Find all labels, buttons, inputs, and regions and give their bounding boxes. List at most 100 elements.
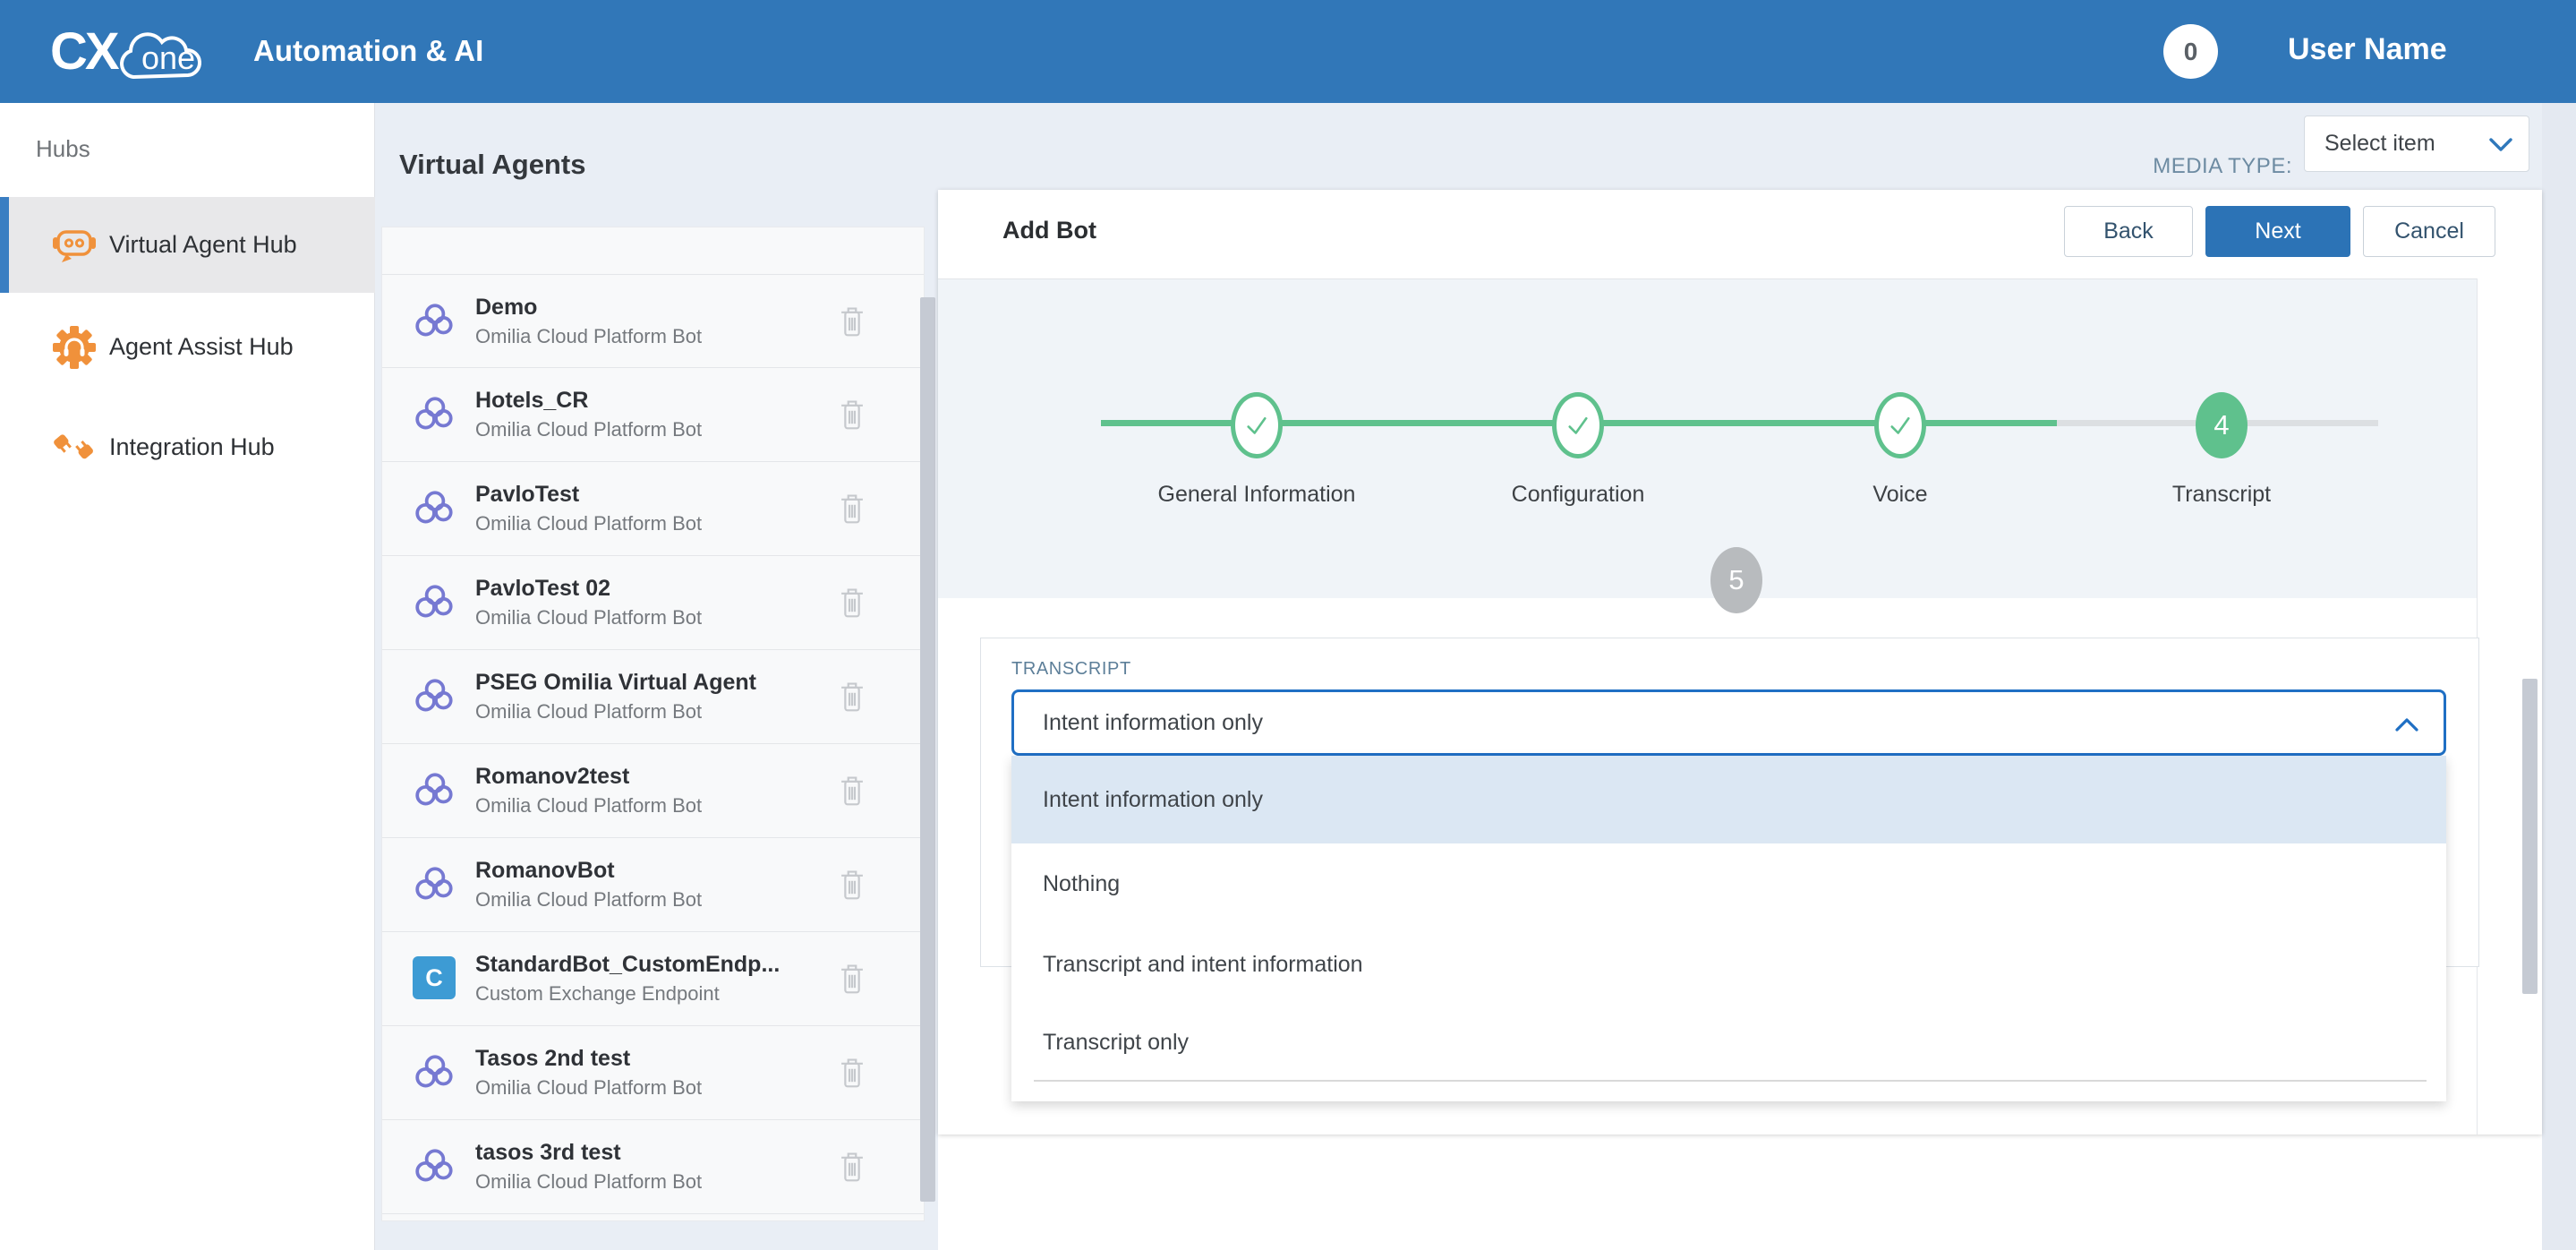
omilia-cloud-icon (413, 674, 457, 719)
bot-type: Omilia Cloud Platform Bot (475, 325, 702, 348)
omilia-cloud-icon (413, 580, 457, 625)
delete-bot-icon[interactable] (837, 491, 867, 527)
check-icon (1563, 410, 1593, 441)
app-title: Automation & AI (253, 34, 483, 68)
bot-name: RomanovBot (475, 858, 615, 884)
plugs-icon (51, 424, 98, 471)
step-2-label: Configuration (1426, 482, 1730, 508)
step-1-label: General Information (1105, 482, 1409, 508)
stepper: 4 General Information Configuration Voic… (938, 278, 2477, 598)
delete-bot-icon[interactable] (837, 773, 867, 809)
check-icon (1885, 410, 1915, 441)
user-name[interactable]: User Name (2288, 32, 2447, 67)
content-area-below-panel (938, 1134, 2542, 1250)
transcript-select-value: Intent information only (1043, 710, 1263, 736)
bot-row[interactable]: tasos 3rd test Omilia Cloud Platform Bot (382, 1120, 924, 1214)
sidebar-item-agent-assist-hub[interactable]: Agent Assist Hub (0, 299, 375, 395)
omilia-cloud-icon (413, 299, 457, 344)
transcript-select[interactable]: Intent information only (1011, 689, 2446, 756)
bot-type: Omilia Cloud Platform Bot (475, 512, 702, 535)
svg-text:one: one (141, 39, 195, 76)
bot-row[interactable]: Tasos 2nd test Omilia Cloud Platform Bot (382, 1026, 924, 1120)
notification-badge[interactable]: 0 (2163, 24, 2218, 79)
sidebar: Hubs Virtual Agent Hub (0, 103, 375, 1250)
gear-headset-icon (51, 324, 98, 371)
bot-name: Hotels_CR (475, 388, 588, 414)
app-window: CX one Automation & AI 0 User Name Hubs (0, 0, 2576, 1250)
panel-scrollbar-thumb[interactable] (2522, 679, 2538, 994)
bot-row[interactable]: RomanovBot Omilia Cloud Platform Bot (382, 838, 924, 932)
step-2-circle (1552, 392, 1604, 458)
dropdown-option-clipped[interactable] (1011, 1082, 2446, 1101)
bot-name: Romanov2test (475, 764, 629, 790)
logo-cx-text: CX (50, 20, 117, 84)
cloud-one-logo-icon: one (117, 18, 218, 84)
bot-list: Demo Omilia Cloud Platform Bot Hotels_CR… (381, 227, 925, 1221)
bot-type: Omilia Cloud Platform Bot (475, 888, 702, 912)
page-scrollbar-track[interactable] (2542, 103, 2576, 1250)
step-5-circle: 5 (1710, 547, 1762, 613)
bot-name: Demo (475, 295, 537, 321)
omilia-cloud-icon (413, 862, 457, 907)
bot-type: Omilia Cloud Platform Bot (475, 418, 702, 441)
delete-bot-icon[interactable] (837, 961, 867, 997)
delete-bot-icon[interactable] (837, 397, 867, 432)
sidebar-item-label: Integration Hub (109, 433, 275, 461)
bot-list-scrollbar-thumb[interactable] (920, 297, 935, 1202)
delete-bot-icon[interactable] (837, 1149, 867, 1185)
delete-bot-icon[interactable] (837, 679, 867, 715)
bot-row[interactable]: Demo Omilia Cloud Platform Bot (382, 274, 924, 368)
bot-row[interactable]: PSEG Omilia Virtual Agent Omilia Cloud P… (382, 650, 924, 744)
bot-name: StandardBot_CustomEndp... (475, 952, 780, 978)
delete-bot-icon[interactable] (837, 1055, 867, 1091)
step-1-circle (1231, 392, 1283, 458)
omilia-cloud-icon (413, 1050, 457, 1095)
delete-bot-icon[interactable] (837, 585, 867, 621)
chevron-down-icon (2489, 138, 2512, 152)
bot-type: Omilia Cloud Platform Bot (475, 1076, 702, 1100)
sidebar-item-integration-hub[interactable]: Integration Hub (0, 399, 375, 495)
omilia-cloud-icon (413, 1144, 457, 1189)
bot-type: Omilia Cloud Platform Bot (475, 606, 702, 629)
cxone-logo: CX one (50, 18, 218, 84)
bot-type: Custom Exchange Endpoint (475, 982, 720, 1006)
bot-name: tasos 3rd test (475, 1140, 621, 1166)
bot-type: Omilia Cloud Platform Bot (475, 794, 702, 818)
bot-type: Omilia Cloud Platform Bot (475, 1170, 702, 1194)
bot-row[interactable]: PavloTest 02 Omilia Cloud Platform Bot (382, 556, 924, 650)
delete-bot-icon[interactable] (837, 867, 867, 903)
bot-row[interactable]: Hotels_CR Omilia Cloud Platform Bot (382, 368, 924, 462)
delete-bot-icon[interactable] (837, 304, 867, 339)
bot-row[interactable]: C StandardBot_CustomEndp... Custom Excha… (382, 932, 924, 1026)
cancel-button[interactable]: Cancel (2363, 206, 2495, 257)
dropdown-option[interactable]: Nothing (1011, 843, 2446, 924)
dropdown-option[interactable]: Transcript and intent information (1011, 924, 2446, 1005)
sidebar-item-label: Virtual Agent Hub (109, 231, 297, 259)
transcript-field-label: TRANSCRIPT (1011, 659, 1131, 680)
bot-row[interactable]: PavloTest Omilia Cloud Platform Bot (382, 462, 924, 556)
step-4-label: Transcript (2069, 482, 2374, 508)
transcript-dropdown: Intent information only Nothing Transcri… (1011, 756, 2446, 1101)
step-4-circle: 4 (2196, 392, 2248, 458)
top-bar: CX one Automation & AI 0 User Name (0, 0, 2576, 103)
bot-row[interactable]: Romanov2test Omilia Cloud Platform Bot (382, 744, 924, 838)
omilia-cloud-icon (413, 392, 457, 437)
media-type-value: Select item (2324, 131, 2435, 157)
media-type-select[interactable]: Select item (2304, 116, 2529, 172)
bot-name: PavloTest (475, 482, 579, 508)
robot-chat-icon (51, 222, 98, 269)
page-title: Virtual Agents (399, 149, 585, 181)
dropdown-option[interactable]: Intent information only (1011, 756, 2446, 843)
sidebar-section-label: Hubs (36, 135, 90, 163)
check-icon (1241, 410, 1272, 441)
step-3-circle (1874, 392, 1926, 458)
back-button[interactable]: Back (2064, 206, 2193, 257)
next-button[interactable]: Next (2205, 206, 2350, 257)
sidebar-item-virtual-agent-hub[interactable]: Virtual Agent Hub (0, 197, 375, 293)
custom-endpoint-c-icon: C (413, 956, 457, 1001)
omilia-cloud-icon (413, 486, 457, 531)
media-type-label: MEDIA TYPE: (2086, 154, 2292, 179)
chevron-up-icon (2395, 717, 2418, 732)
dropdown-option[interactable]: Transcript only (1011, 1005, 2446, 1080)
omilia-cloud-icon (413, 768, 457, 813)
